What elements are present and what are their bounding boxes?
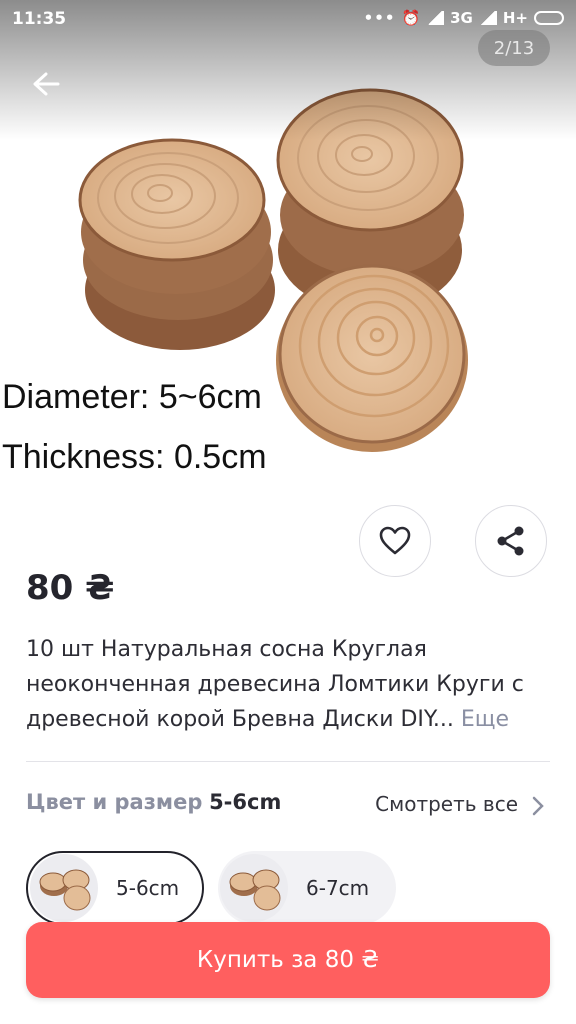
back-button[interactable] [26, 64, 66, 104]
product-price: 80 ₴ [26, 568, 115, 608]
favorite-button[interactable] [359, 505, 431, 577]
variant-header: Цвет и размер 5-6cm Смотреть все [26, 790, 550, 824]
share-button[interactable] [475, 505, 547, 577]
variant-option-5-6cm[interactable]: 5-6cm [26, 851, 204, 925]
signal-icon-2 [478, 11, 497, 25]
network-type: 3G [450, 9, 473, 27]
buy-button[interactable]: Купить за 80 ₴ [26, 922, 550, 998]
variant-option-label: 5-6cm [116, 876, 180, 900]
chevron-right-icon[interactable] [532, 796, 544, 816]
battery-icon [534, 11, 564, 25]
divider [26, 761, 550, 762]
variant-thumbnail [30, 854, 98, 922]
notification-dots-icon: ••• [363, 9, 396, 27]
image-counter: 2/13 [478, 30, 550, 66]
variant-label: Цвет и размер [26, 790, 203, 814]
signal-icon [426, 11, 445, 25]
alarm-off-icon: ⏰ [401, 9, 421, 27]
variant-thumbnail [220, 854, 288, 922]
product-title: 10 шт Натуральная сосна Круглая неоконче… [26, 632, 556, 737]
variant-selected: 5-6cm [209, 790, 282, 814]
network-type-2: H+ [502, 9, 528, 27]
variant-option-6-7cm[interactable]: 6-7cm [218, 851, 396, 925]
status-time: 11:35 [12, 9, 67, 29]
variant-option-label: 6-7cm [306, 876, 370, 900]
more-link[interactable]: Еще [461, 707, 509, 732]
status-icons: ••• ⏰ 3G H+ [364, 9, 564, 27]
heart-icon [379, 526, 411, 555]
product-title-text: 10 шт Натуральная сосна Круглая неоконче… [26, 637, 524, 732]
see-all-link[interactable]: Смотреть все [375, 792, 518, 816]
share-icon [497, 526, 524, 556]
arrow-left-icon [33, 72, 60, 96]
thickness-text: Thickness: 0.5cm [2, 438, 267, 476]
product-image[interactable]: Diameter: 5~6cm Thickness: 0.5cm [0, 0, 576, 500]
diameter-text: Diameter: 5~6cm [2, 378, 262, 416]
